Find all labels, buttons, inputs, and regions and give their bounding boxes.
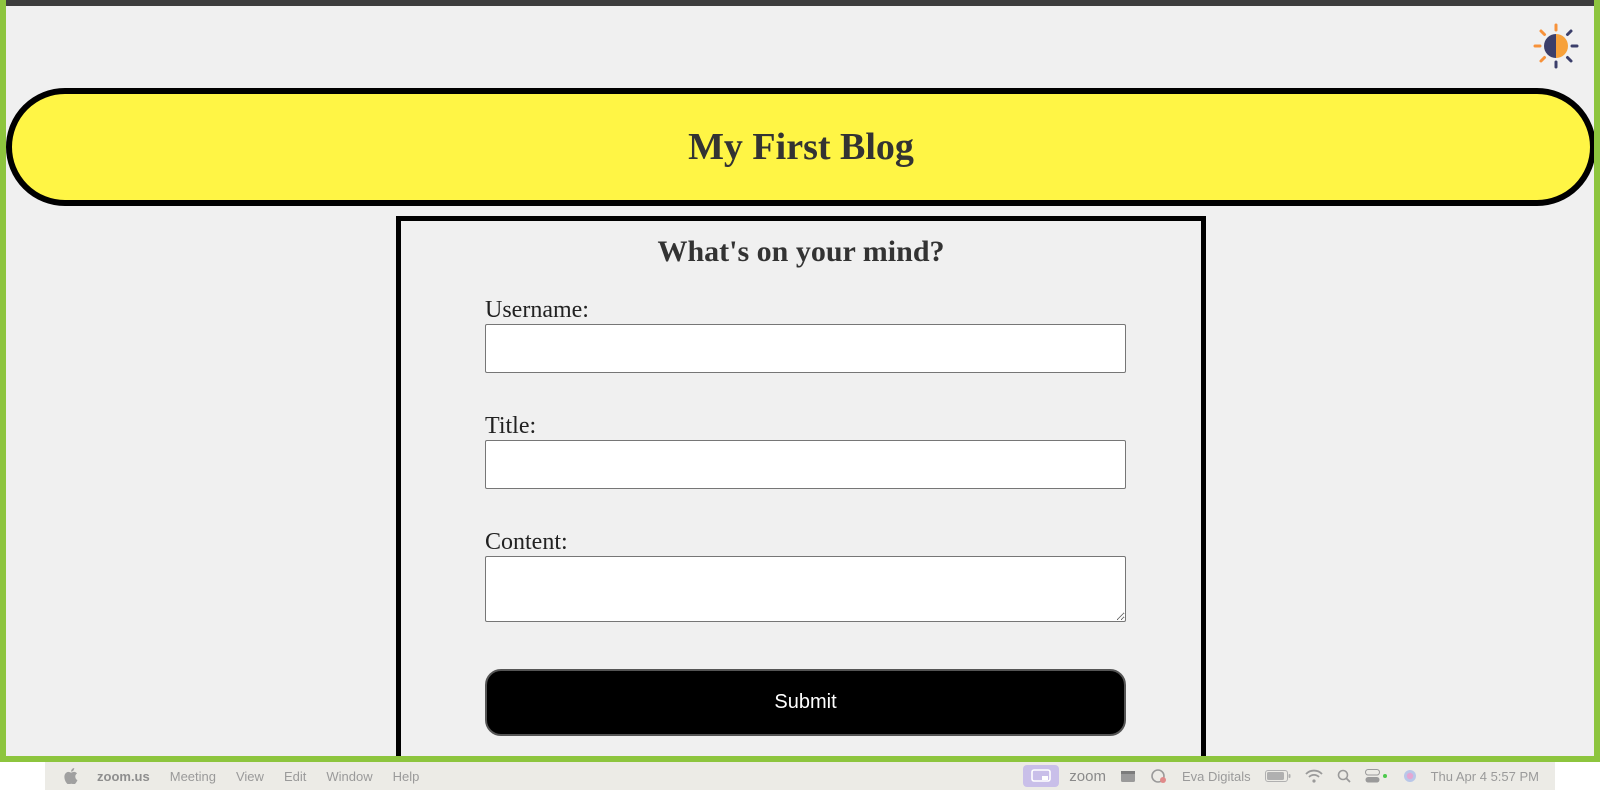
menu-bar-left: zoom.us Meeting View Edit Window Help <box>45 768 419 784</box>
half-sun-icon <box>1533 23 1579 69</box>
siri-icon[interactable] <box>1403 766 1417 786</box>
search-icon[interactable] <box>1337 766 1351 786</box>
form-heading: What's on your mind? <box>657 235 945 268</box>
clock-label[interactable]: Thu Apr 4 5:57 PM <box>1431 769 1539 784</box>
apple-menu-icon[interactable] <box>63 768 79 784</box>
user-name-label[interactable]: Eva Digitals <box>1182 769 1251 784</box>
menu-bar-right: zoom Eva Digitals Thu Apr 4 5:57 PM <box>1009 765 1539 787</box>
content-textarea[interactable] <box>485 556 1126 622</box>
browser-top-strip <box>6 0 1594 6</box>
username-input[interactable] <box>485 324 1126 373</box>
username-label: Username: <box>485 297 589 323</box>
menu-item-meeting[interactable]: Meeting <box>170 769 216 784</box>
menu-item-window[interactable]: Window <box>326 769 372 784</box>
wifi-icon[interactable] <box>1304 766 1323 786</box>
activity-icon[interactable] <box>1150 766 1168 786</box>
screen-share-icon[interactable] <box>1023 765 1060 787</box>
menu-app-name[interactable]: zoom.us <box>97 769 150 784</box>
theme-toggle-button[interactable] <box>1532 22 1580 70</box>
mac-menu-bar: zoom.us Meeting View Edit Window Help zo… <box>45 762 1555 790</box>
blog-title: My First Blog <box>688 126 914 168</box>
title-label: Title: <box>485 413 537 439</box>
blog-header: My First Blog <box>6 88 1594 206</box>
zoom-tray-label[interactable]: zoom <box>1069 768 1106 785</box>
menu-item-view[interactable]: View <box>236 769 264 784</box>
content-label: Content: <box>485 529 568 555</box>
new-post-form: What's on your mind? Username: Title: Co… <box>396 216 1206 756</box>
battery-icon[interactable] <box>1264 766 1291 786</box>
control-center-icon[interactable] <box>1364 766 1389 786</box>
screen-share-frame: My First Blog What's on your mind? Usern… <box>0 0 1600 762</box>
menu-item-edit[interactable]: Edit <box>284 769 306 784</box>
calendar-icon[interactable] <box>1120 766 1136 786</box>
menu-item-help[interactable]: Help <box>393 769 420 784</box>
title-input[interactable] <box>485 440 1126 489</box>
submit-button[interactable]: Submit <box>485 669 1126 736</box>
